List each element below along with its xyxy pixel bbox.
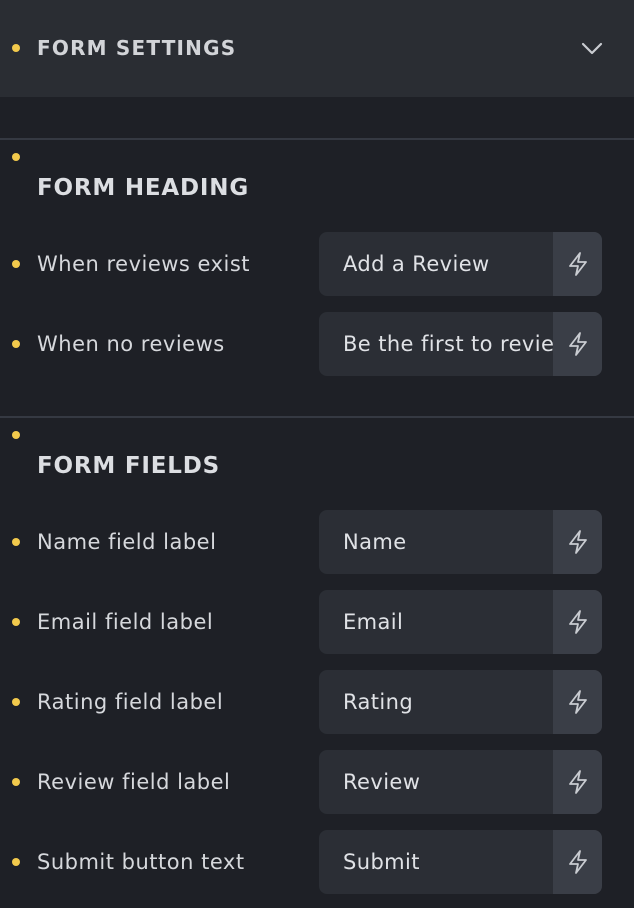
text-input[interactable] bbox=[319, 510, 553, 574]
indicator-dot bbox=[12, 260, 20, 268]
bolt-icon bbox=[569, 252, 587, 276]
dynamic-data-button[interactable] bbox=[553, 750, 602, 814]
indicator-dot bbox=[12, 431, 20, 439]
form-settings-panel: FORM SETTINGS FORM HEADING When reviews … bbox=[0, 0, 634, 908]
bolt-icon bbox=[569, 530, 587, 554]
section-divider bbox=[0, 138, 634, 140]
text-field-when-no-reviews bbox=[319, 312, 602, 376]
group-title-form-fields: FORM FIELDS bbox=[37, 453, 220, 479]
text-input[interactable] bbox=[319, 590, 553, 654]
text-field-name-label bbox=[319, 510, 602, 574]
bolt-icon bbox=[569, 690, 587, 714]
bolt-icon bbox=[569, 850, 587, 874]
text-field-rating-label bbox=[319, 670, 602, 734]
indicator-dot bbox=[12, 538, 20, 546]
section-title: FORM SETTINGS bbox=[37, 36, 237, 60]
group-title-form-heading: FORM HEADING bbox=[37, 175, 250, 201]
text-field-email-label bbox=[319, 590, 602, 654]
dynamic-data-button[interactable] bbox=[553, 312, 602, 376]
text-input[interactable] bbox=[319, 232, 553, 296]
text-field-submit-button-text bbox=[319, 830, 602, 894]
indicator-dot bbox=[12, 340, 20, 348]
indicator-dot bbox=[12, 858, 20, 866]
row-label: When reviews exist bbox=[37, 252, 251, 276]
bolt-icon bbox=[569, 610, 587, 634]
bolt-icon bbox=[569, 332, 587, 356]
row-label: Email field label bbox=[37, 610, 214, 634]
indicator-dot bbox=[12, 153, 20, 161]
indicator-dot bbox=[12, 618, 20, 626]
row-label: Submit button text bbox=[37, 850, 245, 874]
dynamic-data-button[interactable] bbox=[553, 232, 602, 296]
section-divider bbox=[0, 416, 634, 418]
text-input[interactable] bbox=[319, 312, 553, 376]
dynamic-data-button[interactable] bbox=[553, 590, 602, 654]
bolt-icon bbox=[569, 770, 587, 794]
indicator-dot bbox=[12, 698, 20, 706]
text-field-when-reviews-exist bbox=[319, 232, 602, 296]
dynamic-data-button[interactable] bbox=[553, 830, 602, 894]
chevron-down-icon[interactable] bbox=[578, 36, 606, 60]
row-label: Name field label bbox=[37, 530, 217, 554]
indicator-dot bbox=[12, 44, 20, 52]
text-field-review-label bbox=[319, 750, 602, 814]
dynamic-data-button[interactable] bbox=[553, 510, 602, 574]
row-label: Review field label bbox=[37, 770, 231, 794]
text-input[interactable] bbox=[319, 830, 553, 894]
indicator-dot bbox=[12, 778, 20, 786]
row-label: Rating field label bbox=[37, 690, 224, 714]
row-label: When no reviews bbox=[37, 332, 225, 356]
dynamic-data-button[interactable] bbox=[553, 670, 602, 734]
text-input[interactable] bbox=[319, 670, 553, 734]
form-settings-header[interactable]: FORM SETTINGS bbox=[0, 0, 634, 97]
text-input[interactable] bbox=[319, 750, 553, 814]
